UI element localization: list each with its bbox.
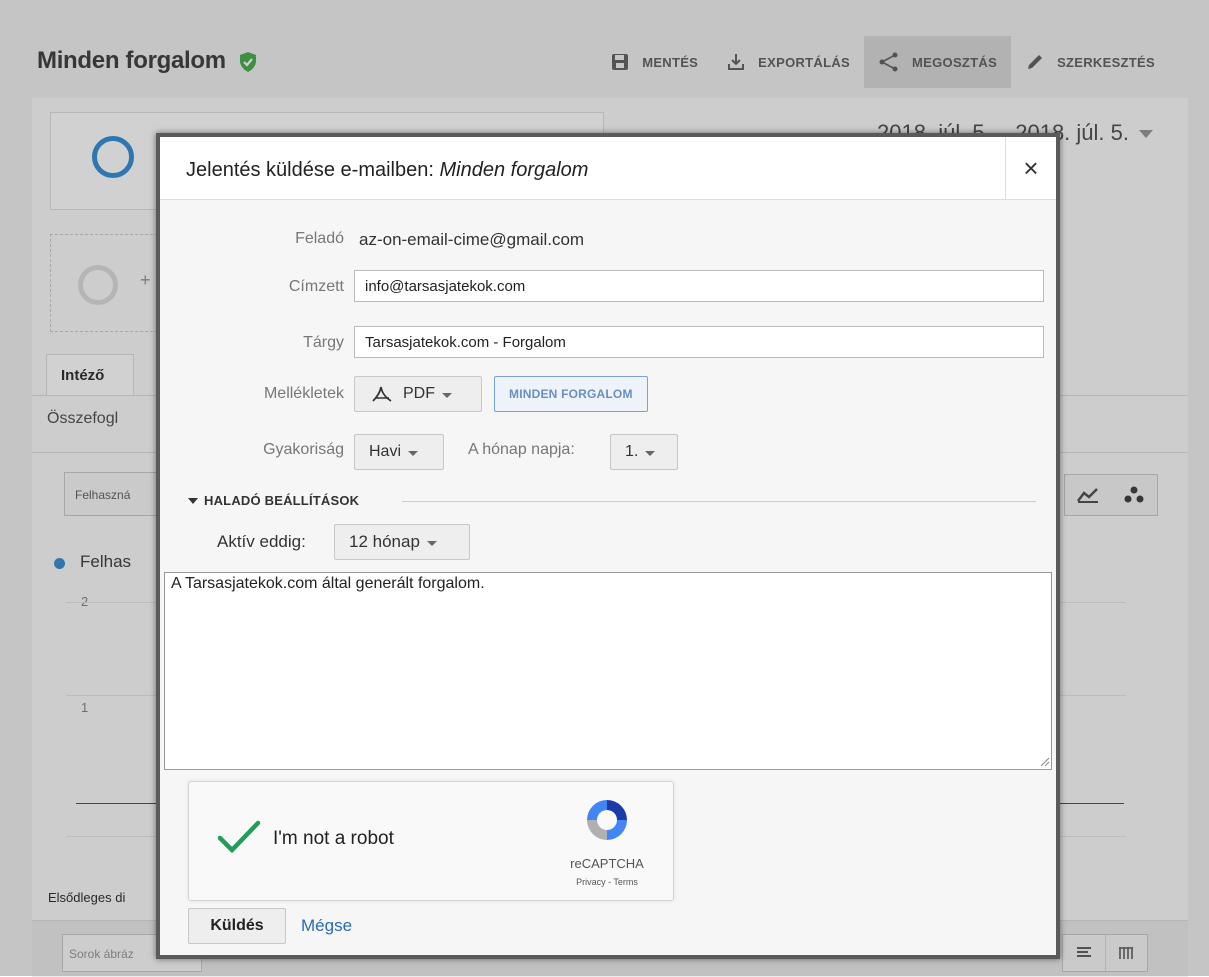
chevron-down-icon: [408, 450, 419, 456]
recipient-input[interactable]: [354, 270, 1044, 302]
attachments-label: Mellékletek: [263, 385, 344, 402]
recaptcha-brand: reCAPTCHA: [570, 856, 644, 871]
advanced-divider: [402, 501, 1036, 502]
message-textarea[interactable]: A Tarsasjatekok.com által generált forga…: [164, 572, 1052, 770]
dialog-title-prefix: Jelentés küldése e-mailben:: [186, 159, 440, 181]
send-button[interactable]: Küldés: [188, 908, 286, 944]
active-until-value: 12 hónap: [349, 532, 420, 551]
day-of-month-value: 1.: [625, 443, 639, 460]
to-label: Címzett: [288, 278, 344, 295]
pdf-icon: [372, 386, 392, 402]
chevron-down-icon: [442, 392, 452, 398]
recaptcha-logo-icon: [587, 800, 627, 840]
checkmark-icon[interactable]: [217, 820, 261, 854]
attachment-format-value: PDF: [403, 385, 435, 402]
email-report-dialog: Jelentés küldése e-mailben: Minden forga…: [156, 133, 1060, 959]
from-label: Feladó: [295, 230, 344, 247]
frequency-label: Gyakoriság: [263, 441, 344, 458]
dialog-header: Jelentés küldése e-mailben: Minden forga…: [160, 137, 1056, 200]
subject-label: Tárgy: [303, 334, 344, 351]
close-icon: ×: [1023, 153, 1039, 183]
day-of-month-dropdown[interactable]: 1.: [610, 434, 678, 470]
dialog-title: Jelentés küldése e-mailben: Minden forga…: [186, 159, 588, 182]
active-until-dropdown[interactable]: 12 hónap: [334, 524, 470, 560]
cancel-link[interactable]: Mégse: [301, 916, 352, 936]
frequency-value: Havi: [369, 443, 402, 460]
recaptcha-widget: I'm not a robot reCAPTCHA Privacy - Term…: [188, 781, 674, 901]
triangle-down-icon: [188, 497, 198, 504]
from-value: az-on-email-cime@gmail.com: [359, 230, 585, 249]
recaptcha-privacy-terms[interactable]: Privacy - Terms: [559, 877, 655, 887]
attachment-format-dropdown[interactable]: PDF: [354, 376, 482, 412]
active-until-label: Aktív eddig:: [217, 532, 306, 551]
dialog-title-report: Minden forgalom: [439, 159, 589, 181]
day-of-month-label: A hónap napja:: [468, 441, 575, 458]
resize-grip-icon[interactable]: [1040, 757, 1050, 767]
close-button[interactable]: ×: [1005, 137, 1056, 199]
advanced-settings-label: HALADÓ BEÁLLÍTÁSOK: [204, 493, 360, 508]
recaptcha-checkbox-label: I'm not a robot: [273, 828, 394, 849]
attached-report-chip[interactable]: MINDEN FORGALOM: [494, 376, 648, 412]
chevron-down-icon: [426, 540, 437, 546]
chevron-down-icon: [645, 450, 656, 456]
frequency-dropdown[interactable]: Havi: [354, 434, 444, 470]
subject-input[interactable]: [354, 326, 1044, 358]
advanced-settings-toggle[interactable]: HALADÓ BEÁLLÍTÁSOK: [188, 493, 359, 508]
